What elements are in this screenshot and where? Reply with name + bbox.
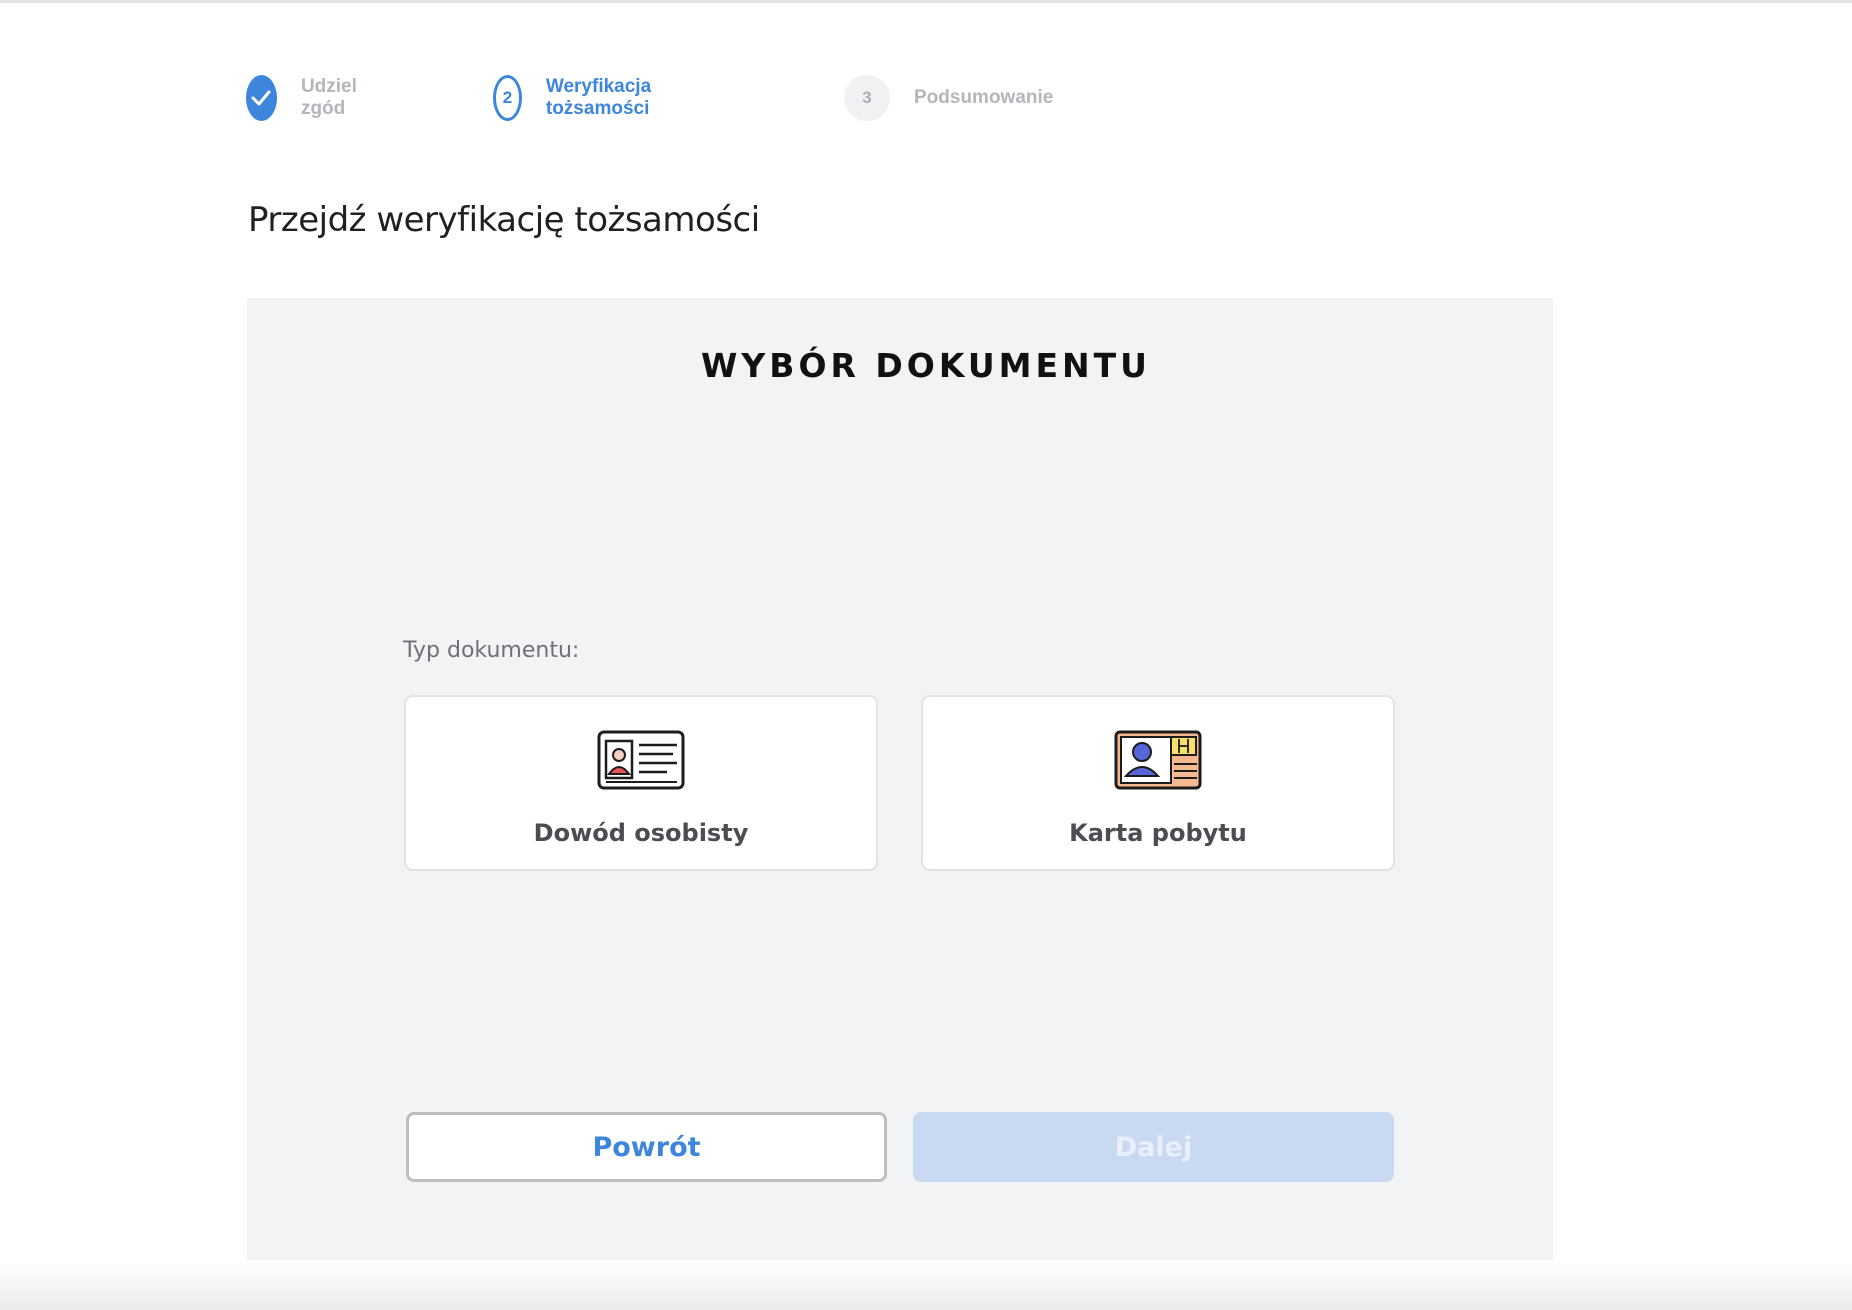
residence-card-icon	[1114, 730, 1202, 790]
option-id-card-label: Dowód osobisty	[533, 819, 749, 847]
option-residence-card[interactable]: Karta pobytu	[921, 695, 1395, 871]
step-3-number: 3	[844, 75, 890, 121]
back-button[interactable]: Powrót	[406, 1112, 887, 1182]
step-3-label: Podsumowanie	[914, 87, 1054, 108]
step-1-check-icon	[246, 75, 277, 121]
step-2-label: Weryfikacja tożsamości	[545, 76, 652, 119]
step-consents: Udziel zgód	[246, 74, 372, 122]
id-card-icon	[597, 730, 685, 790]
page: Udziel zgód 2 Weryfikacja tożsamości 3 P…	[0, 0, 1852, 1310]
document-type-label: Typ dokumentu:	[403, 638, 580, 663]
page-title: Przejdź weryfikację tożsamości	[248, 200, 760, 240]
bottom-fade	[0, 1262, 1852, 1310]
top-divider	[0, 0, 1852, 3]
step-summary: 3 Podsumowanie	[844, 74, 1053, 122]
panel-heading: WYBÓR DOKUMENTU	[701, 346, 1151, 385]
option-residence-card-label: Karta pobytu	[1069, 819, 1247, 847]
step-identity-verification: 2 Weryfikacja tożsamości	[493, 74, 668, 122]
option-id-card[interactable]: Dowód osobisty	[404, 695, 878, 871]
next-button[interactable]: Dalej	[913, 1112, 1394, 1182]
step-2-number: 2	[493, 75, 522, 121]
step-1-label: Udziel zgód	[300, 76, 357, 119]
